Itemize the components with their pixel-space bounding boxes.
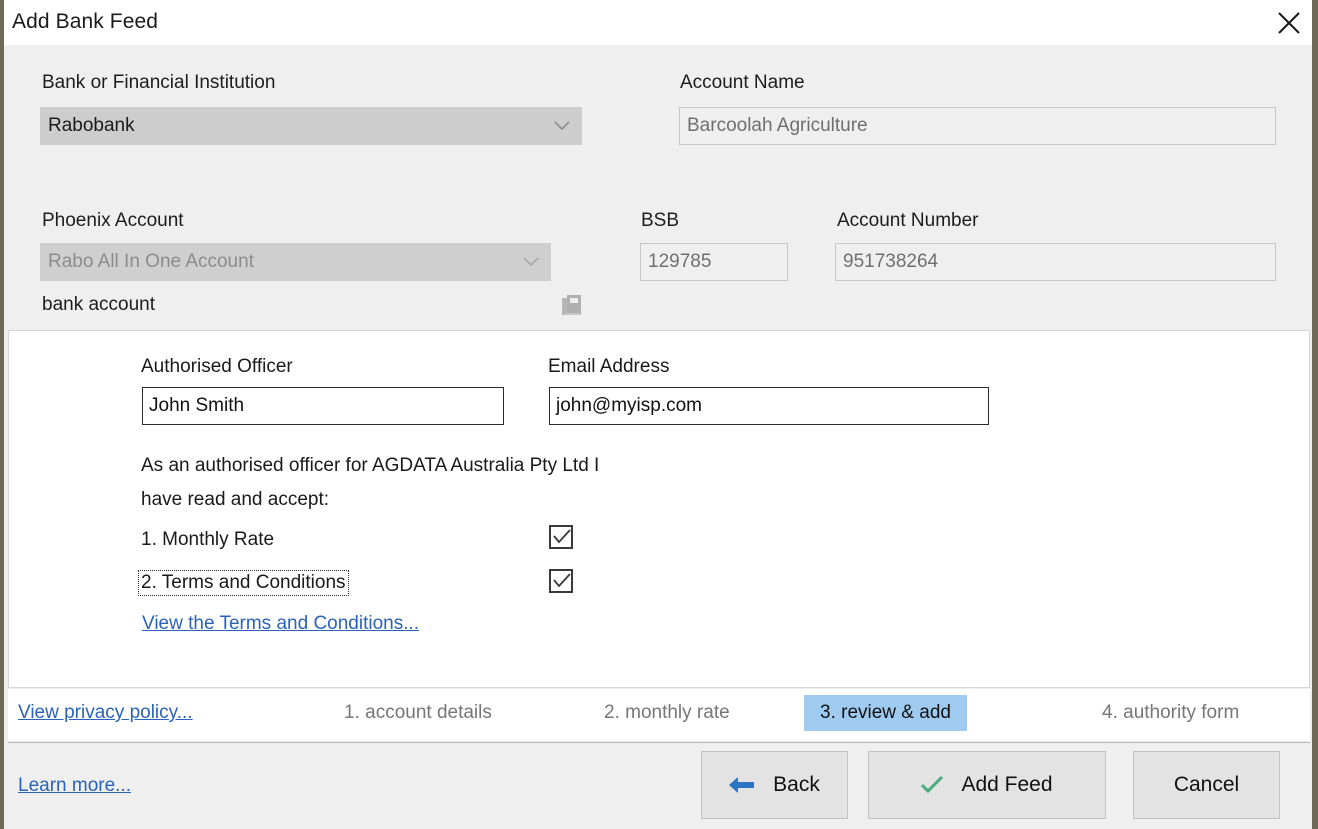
step-tab-account-details[interactable]: 1. account details (328, 695, 508, 731)
account-name-label: Account Name (680, 72, 805, 93)
authorised-officer-label: Authorised Officer (141, 356, 293, 377)
step-tab-authority-form[interactable]: 4. authority form (1086, 695, 1255, 731)
account-name-input[interactable]: Barcoolah Agriculture (679, 107, 1276, 145)
accept-checkbox-monthly-rate[interactable] (549, 525, 573, 549)
view-privacy-policy-link[interactable]: View privacy policy... (18, 702, 193, 724)
authorised-officer-input[interactable]: John Smith (142, 387, 504, 425)
bank-institution-dropdown[interactable]: Rabobank (40, 107, 582, 145)
back-button[interactable]: Back (701, 751, 848, 819)
wizard-steps-bar: View privacy policy... 1. account detail… (8, 689, 1310, 741)
bsb-value: 129785 (648, 251, 712, 272)
bsb-label: BSB (641, 210, 680, 231)
step-tab-monthly-rate[interactable]: 2. monthly rate (588, 695, 746, 731)
bank-institution-label: Bank or Financial Institution (42, 72, 276, 93)
account-name-value: Barcoolah Agriculture (687, 115, 868, 136)
accept-item-terms-conditions[interactable]: 2. Terms and Conditions (138, 570, 349, 596)
back-button-label: Back (773, 773, 820, 796)
account-number-input[interactable]: 951738264 (835, 243, 1276, 281)
phoenix-account-dropdown[interactable]: Rabo All In One Account (40, 243, 551, 281)
book-ledger-icon[interactable] (562, 294, 582, 316)
phoenix-account-label: Phoenix Account (42, 210, 184, 231)
bsb-input[interactable]: 129785 (640, 243, 788, 281)
accept-item-monthly-rate[interactable]: 1. Monthly Rate (141, 529, 274, 551)
add-feed-button[interactable]: Add Feed (868, 751, 1106, 819)
step-tab-review-add[interactable]: 3. review & add (804, 695, 967, 731)
close-button[interactable] (1266, 0, 1312, 45)
view-terms-conditions-link[interactable]: View the Terms and Conditions... (142, 613, 419, 635)
authorised-officer-value: John Smith (149, 395, 245, 416)
email-address-input[interactable]: john@myisp.com (549, 387, 989, 425)
account-details-section: Bank or Financial Institution Rabobank A… (4, 45, 1312, 329)
add-bank-feed-dialog: Add Bank Feed Bank or Financial Institut… (4, 0, 1314, 829)
cancel-button-label: Cancel (1173, 773, 1240, 796)
check-icon (921, 776, 944, 794)
account-number-label: Account Number (837, 210, 979, 231)
chevron-down-icon (554, 115, 570, 137)
phoenix-account-hint: bank account (42, 294, 156, 315)
dialog-titlebar: Add Bank Feed (4, 0, 1312, 45)
chevron-down-icon (523, 251, 539, 273)
phoenix-account-value: Rabo All In One Account (48, 251, 254, 272)
close-icon (1276, 10, 1302, 36)
account-number-value: 951738264 (843, 251, 939, 272)
bank-institution-value: Rabobank (48, 115, 135, 136)
email-address-value: john@myisp.com (556, 395, 702, 416)
arrow-left-icon (729, 776, 755, 794)
consent-text-line-2: have read and accept: (141, 489, 330, 510)
accept-checkbox-terms-conditions[interactable] (549, 569, 573, 593)
review-panel: Authorised Officer John Smith Email Addr… (8, 330, 1310, 688)
learn-more-link[interactable]: Learn more... (18, 775, 131, 797)
dialog-footer: Learn more... Back Add Feed Cancel (8, 742, 1310, 827)
cancel-button[interactable]: Cancel (1133, 751, 1280, 819)
dialog-title: Add Bank Feed (12, 10, 159, 33)
email-address-label: Email Address (548, 356, 670, 377)
consent-text-line-1: As an authorised officer for AGDATA Aust… (141, 455, 600, 476)
add-feed-button-label: Add Feed (961, 773, 1053, 796)
